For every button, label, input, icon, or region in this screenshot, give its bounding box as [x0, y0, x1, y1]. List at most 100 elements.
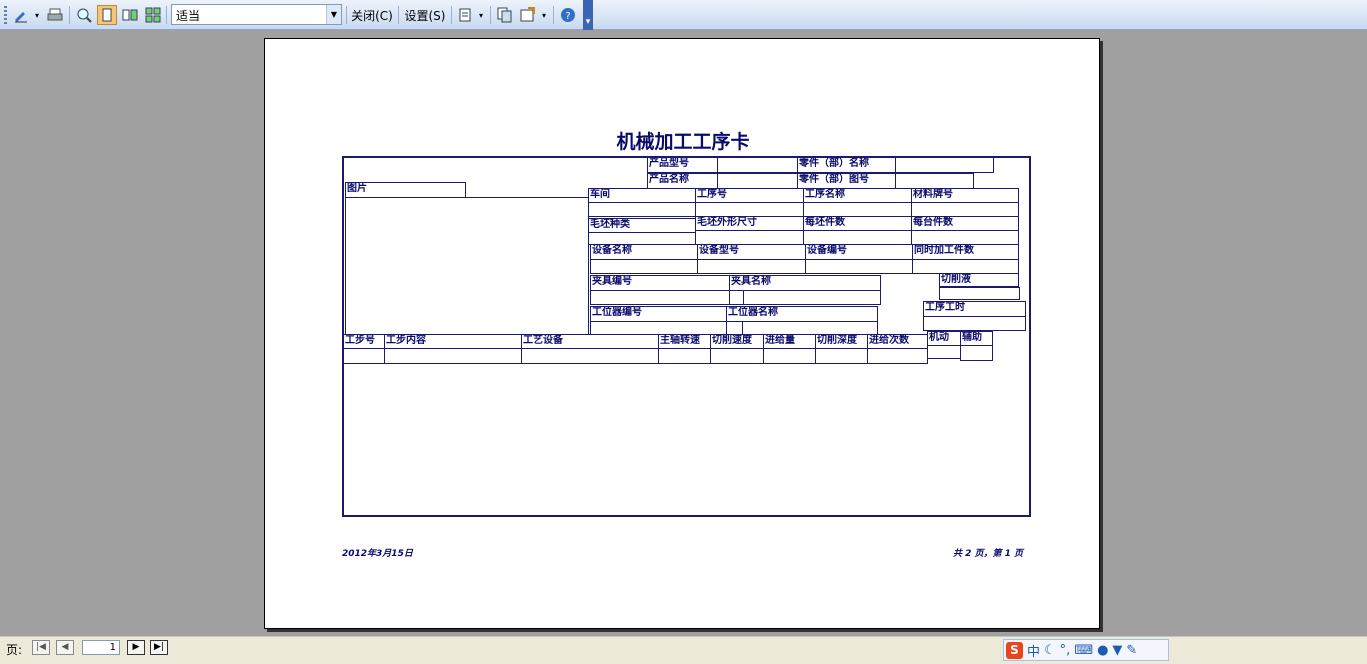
equipment-no-label: 设备编号 [805, 244, 913, 260]
sogou-logo-icon[interactable]: S [1006, 641, 1023, 659]
equipment-model-value [697, 259, 806, 274]
cutting-speed-header: 切削速度 [710, 334, 764, 349]
process-equipment-header: 工艺设备 [521, 334, 659, 349]
first-page-button[interactable]: |◀ [32, 640, 50, 655]
pieces-per-unit-value [911, 230, 1019, 245]
picture-label: 图片 [345, 182, 466, 198]
spindle-speed-cell [658, 348, 711, 364]
edit-icon[interactable] [11, 5, 31, 25]
toolbar-separator [166, 6, 167, 24]
process-name-value [803, 202, 912, 217]
copy-icon[interactable] [495, 5, 515, 25]
help-icon[interactable]: ? [558, 5, 578, 25]
toolbar-separator [553, 6, 554, 24]
toolbar-separator [346, 6, 347, 24]
toolbar-grip[interactable] [4, 6, 7, 24]
auxiliary-time-header: 辅助 [960, 331, 993, 346]
feed-header: 进给量 [763, 334, 816, 349]
part-name-label: 零件（部）名称 [797, 157, 896, 173]
last-page-button[interactable]: ▶| [150, 640, 168, 655]
layout-icon[interactable] [455, 5, 475, 25]
part-name-value [895, 157, 994, 173]
edit-dropdown-icon[interactable]: ▾ [32, 5, 42, 25]
equipment-name-value [590, 259, 698, 274]
two-page-icon[interactable] [120, 5, 140, 25]
product-name-value [717, 173, 798, 189]
layout-dropdown-icon[interactable]: ▾ [476, 5, 486, 25]
material-grade-label: 材料牌号 [911, 188, 1019, 203]
page-title: 机械加工工序卡 [616, 131, 750, 153]
wrench-icon[interactable]: ✎ [1126, 643, 1137, 658]
pieces-per-blank-label: 每坯件数 [803, 216, 912, 231]
product-model-value [717, 157, 798, 173]
keyboard-icon[interactable]: ⌨ [1074, 643, 1093, 658]
toolbar-separator [490, 6, 491, 24]
user-icon[interactable]: ● [1097, 643, 1108, 658]
toolbar-separator [398, 6, 399, 24]
machine-time-header: 机动 [927, 331, 961, 346]
toolbar-options-icon[interactable]: ▾ [583, 0, 593, 30]
station-no-value [590, 321, 727, 335]
multi-page-icon[interactable] [143, 5, 163, 25]
blank-size-label: 毛坯外形尺寸 [695, 216, 804, 231]
product-model-label: 产品型号 [647, 157, 718, 173]
step-no-header: 工步号 [343, 334, 385, 349]
simultaneous-label: 同时加工件数 [912, 244, 1019, 260]
simultaneous-value [912, 259, 1019, 274]
coolant-label: 切削液 [939, 273, 1019, 287]
punctuation-icon[interactable]: °, [1060, 643, 1071, 658]
skin-icon[interactable]: ▼ [1112, 643, 1122, 658]
svg-text:?: ? [565, 11, 570, 22]
export-icon[interactable] [518, 5, 538, 25]
prev-page-button[interactable]: ◀ [56, 640, 74, 655]
cutting-depth-header: 切削深度 [815, 334, 868, 349]
export-dropdown-icon[interactable]: ▾ [539, 5, 549, 25]
zoom-select-value: 适当 [176, 9, 201, 23]
page-label: 页: [6, 643, 23, 657]
next-page-button[interactable]: ▶ [127, 640, 145, 655]
fixture-name-value [743, 290, 881, 305]
moon-icon[interactable]: ☾ [1044, 643, 1056, 658]
part-drawing-value [895, 173, 974, 189]
page-number-input[interactable]: 1 [82, 640, 120, 655]
preview-page: 机械加工工序卡 产品型号 零件（部）名称 产品名称 零件（部）图号 图片 车间 … [264, 38, 1100, 629]
zoom-icon[interactable] [74, 5, 94, 25]
workshop-label: 车间 [588, 188, 696, 203]
equipment-name-label: 设备名称 [590, 244, 698, 260]
blank-type-label: 毛坯种类 [588, 218, 696, 233]
process-equipment-cell [521, 348, 659, 364]
settings-button[interactable]: 设置(S) [402, 5, 448, 25]
process-no-label: 工序号 [695, 188, 804, 203]
station-name-value-left [726, 321, 743, 335]
print-preview-toolbar: ▾ 适当 ▼ 关闭(C) 设置(S) ▾ ▾ ? ▾ [0, 0, 1367, 30]
ime-toolbar[interactable]: S 中 ☾ °, ⌨ ● ▼ ✎ [1003, 639, 1169, 661]
spindle-speed-header: 主轴转速 [658, 334, 711, 349]
toolbar-separator [451, 6, 452, 24]
material-grade-value [911, 202, 1019, 217]
close-button[interactable]: 关闭(C) [349, 5, 395, 25]
pieces-per-blank-value [803, 230, 912, 245]
part-drawing-label: 零件（部）图号 [797, 173, 896, 189]
step-content-cell [384, 348, 522, 364]
toolbar-separator [69, 6, 70, 24]
print-icon[interactable] [45, 5, 65, 25]
equipment-model-label: 设备型号 [697, 244, 806, 260]
chevron-down-icon[interactable]: ▼ [326, 5, 341, 24]
equipment-no-value [805, 259, 913, 274]
auxiliary-time-cell [960, 345, 993, 361]
station-no-label: 工位器编号 [590, 306, 727, 322]
footer-date: 2012年3月15日 [342, 549, 413, 559]
pieces-per-unit-label: 每台件数 [911, 216, 1019, 231]
feed-times-header: 进给次数 [867, 334, 928, 349]
zoom-select[interactable]: 适当 ▼ [171, 4, 342, 25]
step-no-cell [343, 348, 385, 364]
process-time-value [923, 316, 1026, 331]
single-page-icon[interactable] [97, 5, 117, 25]
cutting-speed-cell [710, 348, 764, 364]
fixture-name-value-left [729, 290, 744, 305]
blank-size-value [695, 230, 804, 245]
fixture-name-label: 夹具名称 [729, 275, 881, 291]
feed-times-cell [867, 348, 928, 364]
status-bar: 页: |◀ ◀ 1 ▶ ▶| S 中 ☾ °, ⌨ ● ▼ ✎ [0, 636, 1367, 664]
ime-mode-label[interactable]: 中 [1027, 641, 1040, 660]
